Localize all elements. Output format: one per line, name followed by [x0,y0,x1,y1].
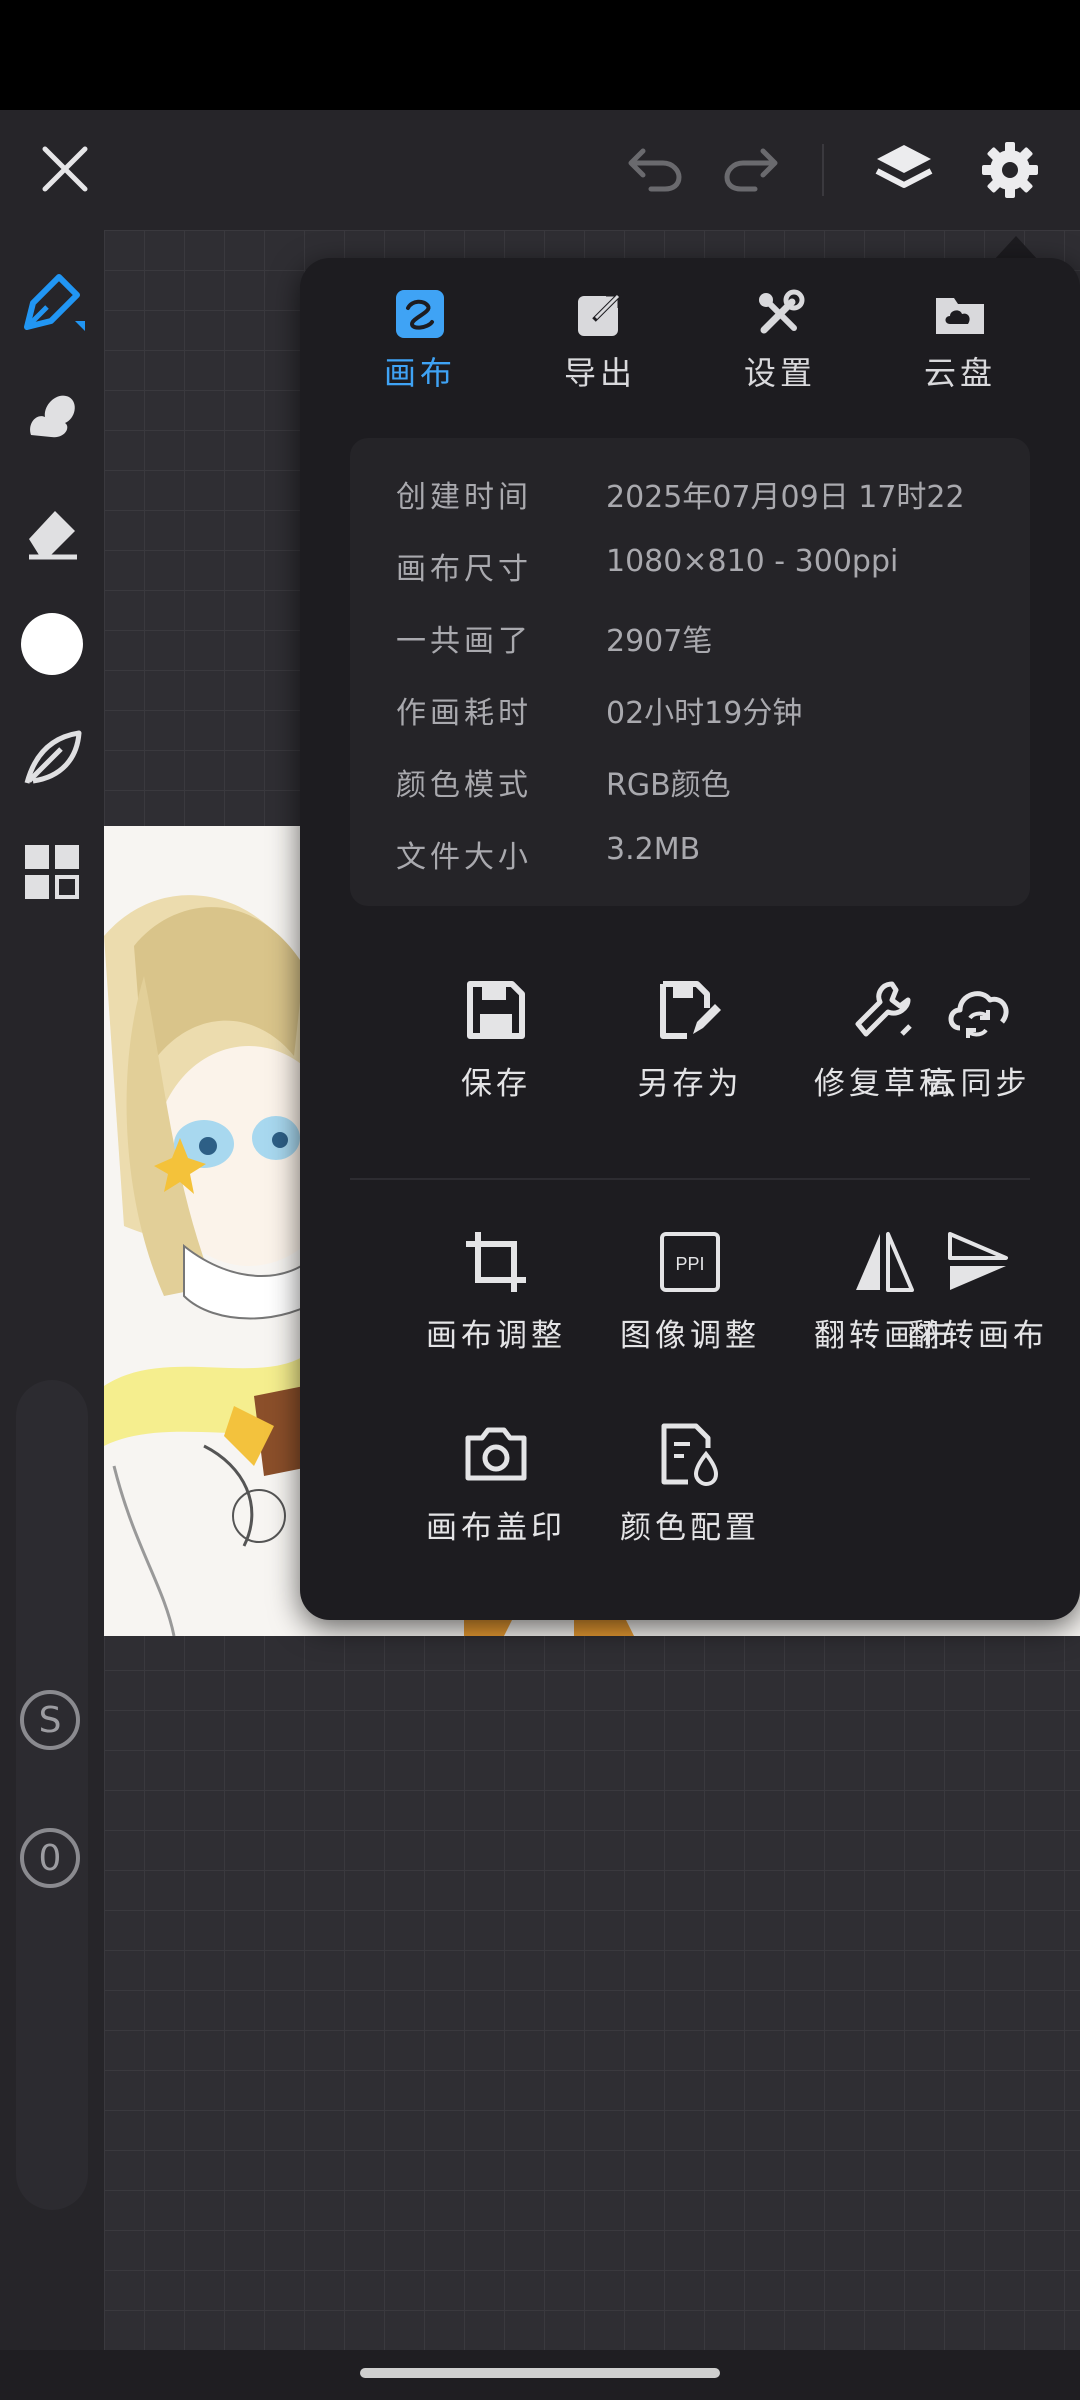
save-icon [467,981,525,1039]
cloud-sync-button[interactable]: 云同步 [880,978,1076,1128]
canvas-stamp-button[interactable]: 画布盖印 [398,1422,594,1572]
color-profile-icon [661,1423,719,1486]
cloud-drive-icon [936,298,984,334]
info-value: RGB颜色 [606,768,731,803]
info-key: 创建时间 [396,480,532,515]
brush-slider-track[interactable] [16,1380,88,2210]
home-indicator[interactable] [360,2368,720,2378]
grid-icon[interactable] [14,834,90,910]
crop-icon [466,1232,526,1292]
flip-vertical-label: 翻转画布 [908,1318,1048,1354]
tab-canvas[interactable]: 画布 [330,288,510,418]
image-adjust-label: 图像调整 [620,1318,760,1354]
tab-export-label: 导出 [563,354,636,392]
cloud-sync-icon [948,991,1009,1038]
info-key: 一共画了 [396,624,532,659]
flip-vertical-icon [948,1232,1008,1290]
eraser-icon[interactable] [14,492,90,568]
opacity-badge-label: 0 [38,1837,62,1879]
tab-cloud-label: 云盘 [923,354,996,392]
info-value: 3.2MB [606,832,701,867]
info-row-created: 创建时间 2025年07月09日 17时22 [396,472,965,532]
color-swatch[interactable] [14,606,90,682]
gear-icon[interactable] [972,132,1048,208]
color-profile-label: 颜色配置 [620,1510,760,1546]
info-key: 文件大小 [396,840,532,875]
info-key: 颜色模式 [396,768,532,803]
smudge-icon[interactable] [14,376,90,452]
info-value: 1080×810 - 300ppi [606,544,899,579]
info-value: 2025年07月09日 17时22 [606,480,965,515]
save-as-icon [660,981,721,1039]
tab-settings-label: 设置 [743,354,816,392]
info-row-strokes: 一共画了 2907笔 [396,616,712,676]
status-bar [0,0,1080,110]
top-toolbar [0,110,1080,230]
tab-canvas-label: 画布 [383,354,456,392]
canvas-info-card: 创建时间 2025年07月09日 17时22 画布尺寸 1080×810 - 3… [350,438,1030,906]
close-icon[interactable] [30,134,100,204]
toolbar-divider [822,144,824,196]
tab-cloud[interactable]: 云盘 [870,288,1050,418]
ppi-icon: PPI [660,1232,720,1292]
panel-pointer [994,236,1038,260]
flip-vertical-button[interactable]: 翻转画布 [880,1230,1076,1380]
canvas-settings-panel: 画布 导出 设置 云盘 创建时间 2025年07月09日 17时22 画布尺寸 … [300,258,1080,1620]
info-row-duration: 作画耗时 02小时19分钟 [396,688,802,748]
size-badge-label: S [38,1699,62,1741]
settings-tools-icon [759,289,805,334]
image-adjust-button[interactable]: PPI 图像调整 [592,1230,788,1380]
color-profile-button[interactable]: 颜色配置 [592,1422,788,1572]
canvas-adjust-button[interactable]: 画布调整 [398,1230,594,1380]
panel-divider [350,1178,1030,1180]
canvas-icon [396,290,444,338]
save-as-button[interactable]: 另存为 [592,978,788,1128]
info-key: 画布尺寸 [396,552,532,587]
redo-icon[interactable] [716,134,786,204]
tab-export[interactable]: 导出 [510,288,690,418]
info-value: 02小时19分钟 [606,696,803,731]
save-as-label: 另存为 [637,1066,743,1102]
layers-icon[interactable] [866,132,942,208]
info-value: 2907笔 [606,624,713,659]
info-row-color-mode: 颜色模式 RGB颜色 [396,760,731,820]
size-slider-badge[interactable]: S [20,1690,80,1750]
canvas-adjust-label: 画布调整 [426,1318,566,1354]
leaf-icon[interactable] [14,720,90,796]
svg-text:PPI: PPI [675,1254,704,1274]
info-row-size: 画布尺寸 1080×810 - 300ppi [396,544,898,604]
opacity-slider-badge[interactable]: 0 [20,1828,80,1888]
info-key: 作画耗时 [396,696,532,731]
pen-icon[interactable] [14,264,90,340]
export-icon [578,291,623,336]
panel-tabs: 画布 导出 设置 云盘 [300,258,1080,428]
save-button[interactable]: 保存 [398,978,594,1128]
save-label: 保存 [461,1066,531,1102]
undo-icon[interactable] [620,134,690,204]
camera-icon [465,1427,527,1481]
cloud-sync-label: 云同步 [925,1066,1031,1102]
tab-settings[interactable]: 设置 [690,288,870,418]
canvas-stamp-label: 画布盖印 [426,1510,566,1546]
info-row-file-size: 文件大小 3.2MB [396,832,700,892]
